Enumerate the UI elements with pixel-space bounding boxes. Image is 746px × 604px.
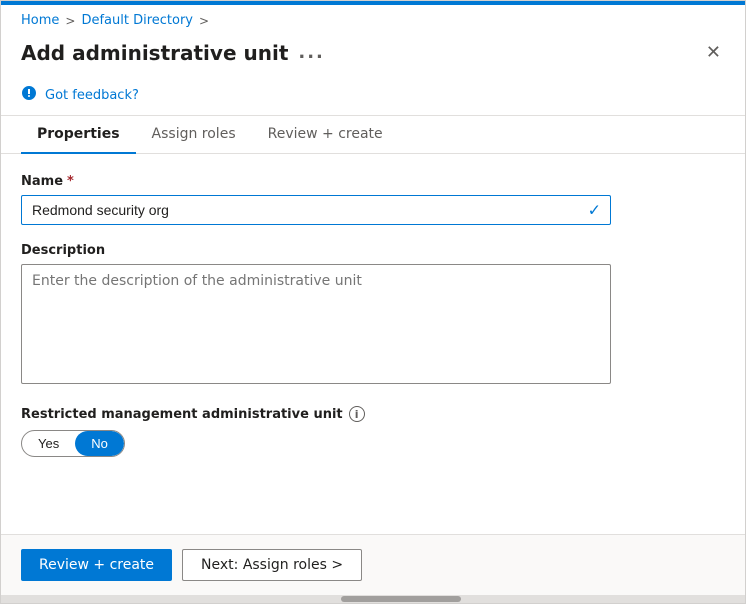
- breadcrumb-sep-2: >: [199, 14, 209, 28]
- name-input[interactable]: [21, 195, 611, 225]
- review-create-button[interactable]: Review + create: [21, 549, 172, 581]
- dialog-header: Add administrative unit ... ✕: [1, 34, 745, 77]
- toggle-yes-button[interactable]: Yes: [22, 431, 75, 456]
- tab-review-create[interactable]: Review + create: [252, 116, 399, 154]
- toggle-no-button[interactable]: No: [75, 431, 124, 456]
- footer: Review + create Next: Assign roles >: [1, 534, 745, 595]
- description-input[interactable]: [21, 264, 611, 384]
- add-admin-unit-dialog: Home > Default Directory > Add administr…: [0, 0, 746, 604]
- description-field-group: Description: [21, 243, 725, 388]
- scrollbar-thumb[interactable]: [341, 596, 461, 602]
- dialog-title-group: Add administrative unit ...: [21, 41, 325, 65]
- name-input-wrapper: ✓: [21, 195, 611, 225]
- name-label: Name *: [21, 174, 725, 189]
- breadcrumb-directory[interactable]: Default Directory: [81, 13, 193, 28]
- close-button[interactable]: ✕: [702, 38, 725, 67]
- restricted-field-group: Restricted management administrative uni…: [21, 406, 725, 457]
- description-label: Description: [21, 243, 725, 258]
- breadcrumb-home[interactable]: Home: [21, 13, 59, 28]
- name-required-star: *: [67, 174, 74, 189]
- tab-properties[interactable]: Properties: [21, 116, 136, 154]
- breadcrumb-sep-1: >: [65, 14, 75, 28]
- feedback-icon: [21, 85, 37, 105]
- restricted-toggle-group: Yes No: [21, 430, 125, 457]
- form-area: Name * ✓ Description Restricted manageme…: [1, 154, 745, 534]
- tabs-bar: Properties Assign roles Review + create: [1, 116, 745, 154]
- more-options-icon[interactable]: ...: [298, 42, 325, 63]
- next-assign-roles-button[interactable]: Next: Assign roles >: [182, 549, 362, 581]
- restricted-label: Restricted management administrative uni…: [21, 406, 725, 422]
- feedback-bar: Got feedback?: [1, 77, 745, 116]
- name-field-group: Name * ✓: [21, 174, 725, 225]
- tab-assign-roles[interactable]: Assign roles: [136, 116, 252, 154]
- restricted-info-icon[interactable]: i: [349, 406, 365, 422]
- feedback-label[interactable]: Got feedback?: [45, 88, 139, 103]
- scrollbar-area: [1, 595, 745, 603]
- dialog-title-text: Add administrative unit: [21, 41, 288, 65]
- name-check-icon: ✓: [588, 201, 601, 220]
- breadcrumb: Home > Default Directory >: [1, 5, 745, 34]
